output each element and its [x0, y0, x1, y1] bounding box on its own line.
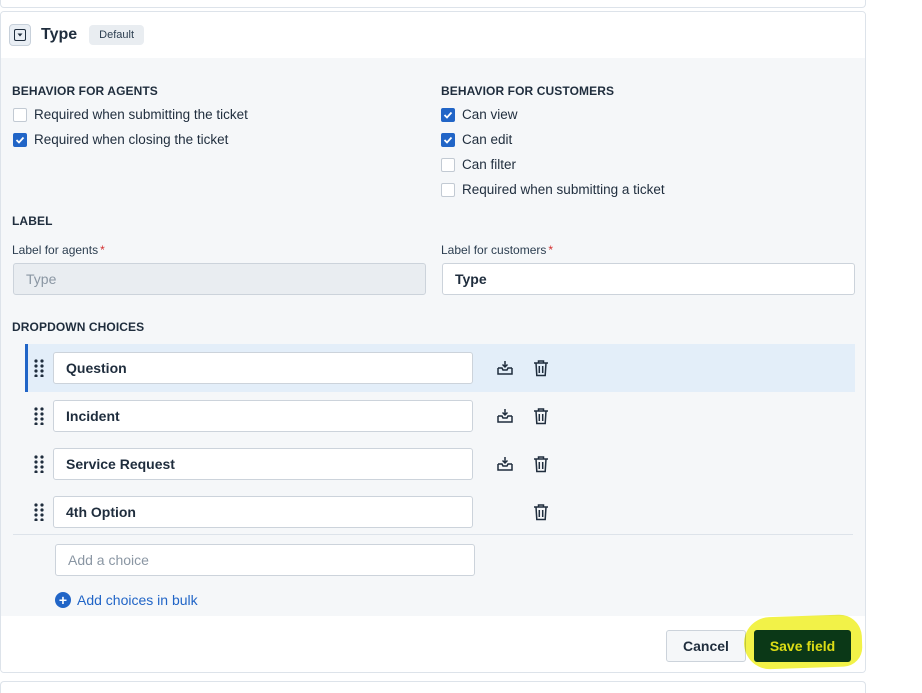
next-panel-edge: [0, 681, 866, 693]
option-label: Required when closing the ticket: [34, 132, 229, 147]
checkbox[interactable]: [441, 157, 455, 172]
divider: [13, 534, 853, 535]
agents-label-text: Label for agents: [12, 243, 99, 257]
drag-handle-icon[interactable]: [34, 407, 44, 426]
dropdown-icon: [9, 24, 31, 46]
choice-row: [25, 488, 855, 536]
check-icon: [15, 136, 25, 144]
customers-label-input[interactable]: [442, 263, 855, 295]
add-choices-bulk-link[interactable]: + Add choices in bulk: [55, 592, 198, 608]
checkbox[interactable]: [441, 182, 455, 197]
set-default-icon[interactable]: [495, 406, 515, 426]
label-section-title: LABEL: [12, 214, 53, 228]
previous-panel-edge: [0, 0, 866, 8]
agent-required-submit-option[interactable]: Required when submitting the ticket: [13, 107, 248, 122]
checkbox-checked[interactable]: [13, 132, 27, 147]
agent-required-close-option[interactable]: Required when closing the ticket: [13, 132, 228, 147]
required-mark: *: [548, 243, 554, 257]
customer-can-filter-option[interactable]: Can filter: [441, 157, 516, 172]
option-label: Can view: [462, 107, 518, 122]
default-badge: Default: [89, 25, 145, 45]
choice-row: [25, 392, 855, 440]
agents-label-caption: Label for agents *: [12, 243, 105, 257]
customers-label-text: Label for customers: [441, 243, 547, 257]
customers-label-caption: Label for customers *: [441, 243, 553, 257]
customer-required-submit-option[interactable]: Required when submitting a ticket: [441, 182, 665, 197]
required-mark: *: [100, 243, 105, 257]
choice-input[interactable]: [53, 448, 473, 480]
panel-header: Type Default: [1, 12, 865, 58]
panel-body: BEHAVIOR FOR AGENTS Required when submit…: [1, 58, 865, 616]
option-label: Required when submitting the ticket: [34, 107, 248, 122]
add-choice-input[interactable]: [55, 544, 475, 576]
cancel-button[interactable]: Cancel: [666, 630, 746, 662]
field-title: Type: [41, 26, 78, 43]
checkbox-checked[interactable]: [441, 107, 455, 122]
agents-behavior-title: BEHAVIOR FOR AGENTS: [12, 84, 158, 98]
choice-row: [25, 344, 855, 392]
customers-behavior-title: BEHAVIOR FOR CUSTOMERS: [441, 84, 615, 98]
set-default-icon[interactable]: [495, 454, 515, 474]
choice-input[interactable]: [53, 352, 473, 384]
trash-icon[interactable]: [531, 358, 551, 378]
option-label: Required when submitting a ticket: [462, 182, 665, 197]
option-label: Can edit: [462, 132, 513, 147]
drag-handle-icon[interactable]: [34, 455, 44, 474]
drag-handle-icon[interactable]: [34, 359, 44, 378]
option-label: Can filter: [462, 157, 517, 172]
choice-row: [25, 440, 855, 488]
plus-circle-icon: +: [55, 592, 71, 608]
agents-label-input[interactable]: [13, 263, 426, 295]
bulk-link-label: Add choices in bulk: [77, 592, 198, 608]
trash-icon[interactable]: [531, 454, 551, 474]
choice-input[interactable]: [53, 496, 473, 528]
checkbox[interactable]: [13, 107, 27, 122]
drag-handle-icon[interactable]: [34, 503, 44, 522]
trash-icon[interactable]: [531, 502, 551, 522]
customer-can-edit-option[interactable]: Can edit: [441, 132, 512, 147]
check-icon: [443, 136, 453, 144]
dropdown-choices-title: DROPDOWN CHOICES: [12, 320, 145, 334]
check-icon: [443, 111, 453, 119]
trash-icon[interactable]: [531, 406, 551, 426]
panel-footer: Cancel Save field: [1, 616, 865, 672]
field-editor-panel: Type Default BEHAVIOR FOR AGENTS Require…: [0, 11, 866, 673]
set-default-icon[interactable]: [495, 358, 515, 378]
choice-input[interactable]: [53, 400, 473, 432]
customer-can-view-option[interactable]: Can view: [441, 107, 518, 122]
checkbox-checked[interactable]: [441, 132, 455, 147]
save-field-button[interactable]: Save field: [754, 630, 851, 662]
